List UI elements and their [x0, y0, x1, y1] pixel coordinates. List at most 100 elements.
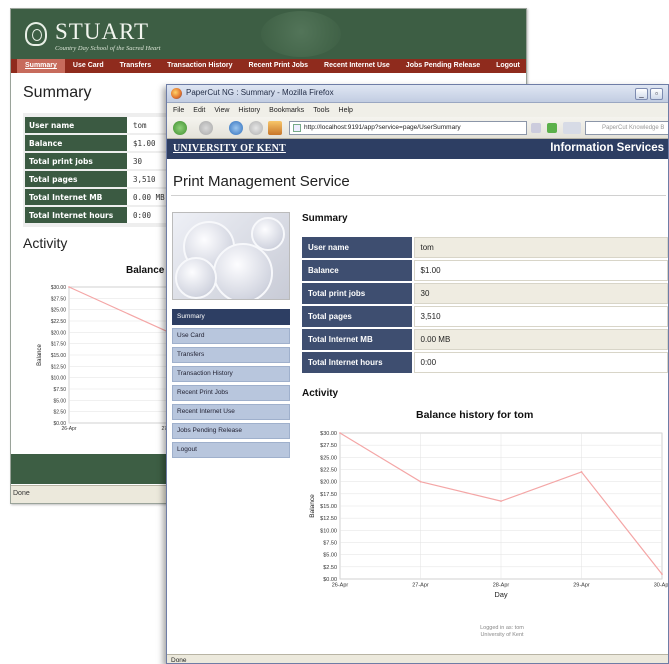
row-label: User name — [302, 237, 414, 258]
chart-data-point — [661, 573, 663, 576]
row-label: Total Internet MB — [302, 329, 414, 350]
chart-y-tick-label: $15.00 — [320, 504, 337, 510]
chart-y-tick-label: $17.50 — [320, 492, 337, 498]
chart-data-point — [500, 500, 502, 503]
chart-data-point — [580, 471, 583, 473]
sidebar-item-jobs-pending-release[interactable]: Jobs Pending Release — [172, 423, 290, 439]
chart-y-tick-label: $25.00 — [51, 308, 67, 314]
banner-globe-decoration — [261, 11, 341, 57]
status-bar: Done — [167, 654, 668, 663]
menu-file[interactable]: File — [173, 107, 184, 114]
table-row: Total Internet hours 0:00 — [302, 352, 668, 373]
stuart-nav-use-card[interactable]: Use Card — [65, 59, 112, 73]
stuart-row-label: Total print jobs — [25, 153, 127, 169]
stuart-table-row: Total print jobs 30 — [25, 153, 183, 169]
menu-view[interactable]: View — [214, 107, 229, 114]
header-photo — [172, 212, 290, 300]
stuart-row-label: Total Internet MB — [25, 189, 127, 205]
stuart-nav-transaction-history[interactable]: Transaction History — [159, 59, 240, 73]
menu-help[interactable]: Help — [339, 107, 353, 114]
stuart-nav-recent-print-jobs[interactable]: Recent Print Jobs — [241, 59, 317, 73]
stuart-nav-transfers[interactable]: Transfers — [112, 59, 160, 73]
navigation-toolbar: http://localhost:9191/app?service=page/U… — [167, 117, 668, 139]
title-divider — [171, 195, 666, 196]
chart-x-tick-label: 30-Apr — [654, 583, 669, 589]
stuart-row-label: Total Internet hours — [25, 207, 127, 223]
stuart-nav-recent-internet-use[interactable]: Recent Internet Use — [316, 59, 398, 73]
chart-y-tick-label: $22.50 — [320, 468, 337, 474]
sidebar-item-recent-internet-use[interactable]: Recent Internet Use — [172, 404, 290, 420]
row-value: 0:00 — [413, 352, 668, 373]
sidebar-item-transaction-history[interactable]: Transaction History — [172, 366, 290, 382]
login-info: Logged in as: tom University of Kent — [427, 625, 577, 639]
menu-tools[interactable]: Tools — [313, 107, 329, 114]
university-name[interactable]: UNIVERSITY OF KENT — [173, 143, 286, 154]
stuart-nav-logout[interactable]: Logout — [488, 59, 526, 73]
chart-y-tick-label: $5.00 — [323, 553, 337, 559]
chart-y-tick-label: $12.50 — [51, 364, 67, 370]
chart-y-tick-label: $10.00 — [320, 528, 337, 534]
chart-y-axis-label: Balance — [309, 494, 316, 518]
window-titlebar[interactable]: PaperCut NG : Summary - Mozilla Firefox … — [167, 85, 668, 103]
sidebar-item-transfers[interactable]: Transfers — [172, 347, 290, 363]
stuart-chart-title: Balance — [126, 265, 165, 276]
url-input[interactable]: http://localhost:9191/app?service=page/U… — [289, 121, 527, 135]
stuart-chart-y-axis-label: Balance — [37, 343, 43, 365]
stuart-row-label: Total pages — [25, 171, 127, 187]
stuart-table-row: User name tom — [25, 117, 183, 133]
stuart-nav-jobs-pending-release[interactable]: Jobs Pending Release — [398, 59, 488, 73]
chart-x-tick-label: 26-Apr — [61, 426, 76, 432]
menu-history[interactable]: History — [238, 107, 260, 114]
school-brand: STUART — [55, 19, 150, 44]
sidebar-item-summary[interactable]: Summary — [172, 309, 290, 325]
table-row: Balance $1.00 — [302, 260, 668, 281]
url-text: http://localhost:9191/app?service=page/U… — [304, 124, 461, 131]
chart-x-axis-label: Day — [494, 590, 508, 599]
page-title: Print Management Service — [173, 173, 350, 190]
table-row: Total Internet MB 0.00 MB — [302, 329, 668, 350]
table-row: User name tom — [302, 237, 668, 258]
url-dropdown-icon[interactable] — [531, 123, 541, 133]
chart-title: Balance history for tom — [416, 409, 534, 421]
row-value: 30 — [413, 283, 668, 304]
chart-y-tick-label: $27.50 — [51, 296, 67, 302]
chart-y-tick-label: $2.50 — [53, 410, 66, 416]
logged-in-as: Logged in as: tom — [480, 625, 524, 631]
summary-table: User name tom Balance $1.00 Total print jobs… — [302, 235, 668, 375]
sidebar-item-use-card[interactable]: Use Card — [172, 328, 290, 344]
reload-icon[interactable] — [229, 121, 243, 135]
home-icon[interactable] — [268, 121, 282, 135]
menu-edit[interactable]: Edit — [193, 107, 205, 114]
chart-y-tick-label: $10.00 — [51, 376, 67, 382]
summary-heading: Summary — [302, 213, 348, 224]
search-engine-icon[interactable] — [563, 122, 581, 134]
row-value: $1.00 — [413, 260, 668, 281]
stuart-nav-summary[interactable]: Summary — [17, 59, 65, 73]
balance-history-chart: $30.00 $27.50 $25.00 $22.50 $20.00 $17.50 $15.… — [309, 431, 669, 599]
chart-y-tick-label: $27.50 — [320, 443, 337, 449]
stuart-activity-heading: Activity — [23, 235, 68, 251]
row-value: tom — [413, 237, 668, 258]
chart-data-point — [68, 286, 70, 288]
information-services-label: Information Services — [550, 142, 664, 154]
go-arrow-icon[interactable] — [547, 123, 557, 133]
minimize-button[interactable]: _ — [635, 88, 648, 100]
row-label: Total pages — [302, 306, 414, 327]
sidebar-item-logout[interactable]: Logout — [172, 442, 290, 458]
stuart-row-label: Balance — [25, 135, 127, 151]
back-arrow-icon[interactable] — [173, 121, 187, 135]
row-label: Total print jobs — [302, 283, 414, 304]
search-input[interactable]: PaperCut Knowledge B — [585, 121, 668, 135]
forward-arrow-icon[interactable] — [199, 121, 213, 135]
row-label: Total Internet hours — [302, 352, 414, 373]
stop-icon[interactable] — [249, 121, 263, 135]
page-favicon-icon — [293, 124, 301, 132]
menu-bookmarks[interactable]: Bookmarks — [269, 107, 304, 114]
chart-x-tick-label: 26-Apr — [332, 583, 349, 589]
sidebar-item-recent-print-jobs[interactable]: Recent Print Jobs — [172, 385, 290, 401]
chart-y-tick-label: $22.50 — [51, 319, 67, 325]
stuart-row-label: User name — [25, 117, 127, 133]
maximize-button[interactable]: ▫ — [650, 88, 663, 100]
table-row: Total print jobs 30 — [302, 283, 668, 304]
kent-header: UNIVERSITY OF KENT Information Services — [167, 139, 668, 159]
